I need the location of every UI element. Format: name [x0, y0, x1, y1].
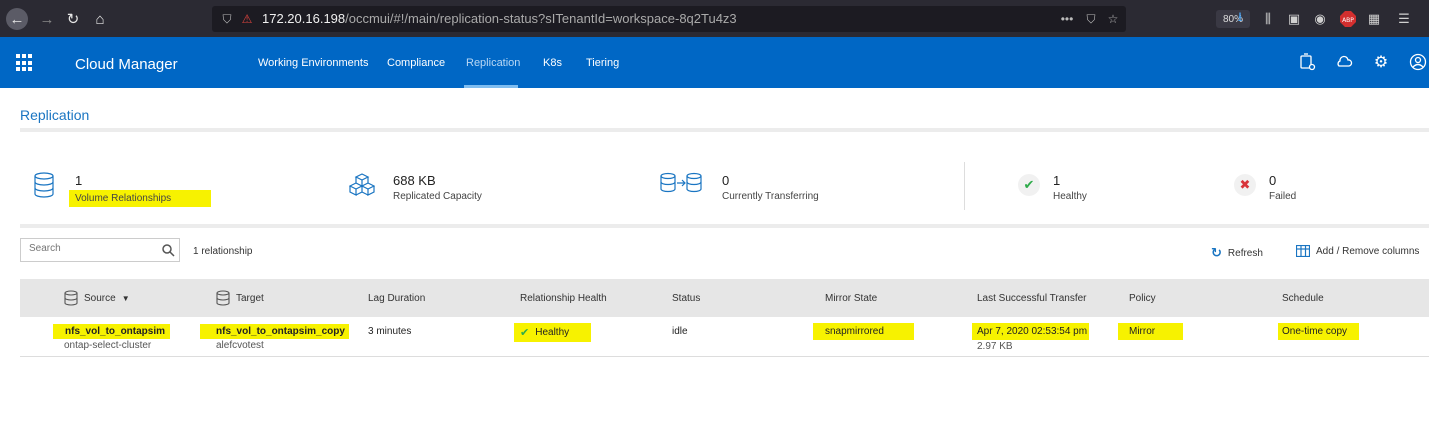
check-icon: ✔	[520, 327, 530, 339]
add-remove-columns-button[interactable]: Add / Remove columns	[1296, 245, 1419, 257]
sidebar-icon[interactable]: ▣	[1284, 9, 1304, 29]
cloud-settings-icon[interactable]	[1333, 51, 1355, 73]
url-path: /occmui/#!/main/replication-status?sITen…	[345, 11, 737, 26]
database-icon	[216, 290, 230, 306]
target-volume: nfs_vol_to_ontapsim_copy	[200, 324, 349, 339]
tab-tiering[interactable]: Tiering	[586, 57, 619, 69]
svg-text:ABP: ABP	[1342, 17, 1354, 24]
page-title: Replication	[20, 107, 90, 123]
policy: Mirror	[1118, 323, 1184, 340]
insecure-lock-icon[interactable]: ⚠	[238, 10, 256, 28]
column-header-status[interactable]: Status	[672, 293, 700, 304]
app-grid-icon[interactable]	[16, 54, 34, 72]
column-header-target[interactable]: Target	[216, 290, 264, 306]
column-header-lag-duration[interactable]: Lag Duration	[368, 293, 425, 304]
sort-down-icon[interactable]: ▼	[122, 294, 130, 303]
app-title: Cloud Manager	[75, 56, 178, 73]
cubes-icon	[348, 172, 376, 198]
column-header-schedule[interactable]: Schedule	[1282, 293, 1324, 304]
pocket-icon[interactable]: ⛉	[1082, 10, 1100, 28]
table-row[interactable]: nfs_vol_to_ontapsim ontap-select-cluster…	[20, 317, 1429, 357]
column-header-last-successful-transfer[interactable]: Last Successful Transfer	[977, 293, 1087, 304]
refresh-label: Refresh	[1227, 247, 1263, 259]
database-stack-icon	[33, 172, 57, 198]
reload-icon[interactable]: ↻	[62, 8, 84, 30]
database-icon	[64, 290, 78, 306]
column-header-label: Target	[236, 292, 264, 304]
user-icon[interactable]	[1407, 51, 1429, 73]
relationship-health: ✔ Healthy	[514, 323, 592, 342]
target-environment: alefcvotest	[216, 340, 264, 351]
replicated-capacity-value: 688 KB	[393, 173, 436, 188]
url-text: 172.20.16.198/occmui/#!/main/replication…	[262, 11, 737, 26]
schedule: One-time copy	[1278, 323, 1360, 340]
transfer-icon	[660, 172, 702, 198]
columns-label: Add / Remove columns	[1316, 245, 1420, 257]
healthy-value: 1	[1053, 173, 1061, 188]
replicated-capacity-label: Replicated Capacity	[393, 191, 482, 202]
url-host: 172.20.16.198	[262, 11, 346, 26]
status: idle	[672, 326, 688, 337]
tab-working-environments[interactable]: Working Environments	[258, 57, 368, 69]
search-input[interactable]	[29, 243, 159, 254]
column-header-policy[interactable]: Policy	[1129, 293, 1156, 304]
refresh-button[interactable]: ↻ Refresh	[1211, 245, 1263, 261]
refresh-icon: ↻	[1211, 245, 1222, 260]
library-icon[interactable]: ⫼	[1258, 9, 1278, 29]
tab-k8s[interactable]: K8s	[543, 57, 562, 69]
back-icon[interactable]: ←	[6, 8, 28, 30]
search-icon[interactable]	[161, 243, 175, 257]
forward-icon[interactable]: →	[36, 8, 58, 30]
divider	[20, 128, 1429, 132]
health-label: Healthy	[535, 327, 570, 338]
adblock-icon[interactable]: ABP	[1338, 9, 1358, 29]
download-icon[interactable]: ⭳	[1230, 9, 1250, 29]
column-header-relationship-health[interactable]: Relationship Health	[520, 293, 607, 304]
x-icon: ✖	[1234, 174, 1256, 196]
currently-transferring-value: 0	[722, 173, 730, 188]
volume-relationships-label: Volume Relationships	[69, 190, 212, 207]
address-bar[interactable]: ⛉ ⚠ 172.20.16.198/occmui/#!/main/replica…	[212, 6, 1250, 32]
browser-toolbar: ← → ↻ ⌂ ⛉ ⚠ 172.20.16.198/occmui/#!/main…	[0, 0, 1429, 37]
healthy-label: Healthy	[1053, 191, 1087, 202]
lag-duration: 3 minutes	[368, 326, 412, 337]
last-successful-transfer: Apr 7, 2020 02:53:54 pm	[972, 323, 1090, 340]
gear-icon[interactable]: ⚙	[1370, 51, 1392, 73]
workspace-settings-icon[interactable]	[1296, 51, 1318, 73]
tab-replication[interactable]: Replication	[466, 57, 520, 69]
bookmark-star-icon[interactable]: ☆	[1104, 10, 1122, 28]
search-box[interactable]	[20, 238, 180, 262]
column-header-source[interactable]: Source ▼	[64, 290, 130, 306]
column-header-mirror-state[interactable]: Mirror State	[825, 293, 877, 304]
failed-value: 0	[1269, 173, 1277, 188]
currently-transferring-label: Currently Transferring	[722, 191, 819, 202]
columns-icon	[1296, 245, 1310, 257]
account-icon[interactable]: ◉	[1310, 9, 1330, 29]
failed-label: Failed	[1269, 191, 1297, 202]
volume-relationships-value: 1	[75, 173, 83, 188]
table-header: Source ▼ Target Lag Duration Relationshi…	[20, 279, 1429, 317]
check-icon: ✔	[1018, 174, 1040, 196]
home-icon[interactable]: ⌂	[89, 8, 111, 30]
divider	[20, 224, 1429, 228]
stats-separator	[964, 162, 965, 210]
column-header-label: Source	[84, 292, 116, 304]
shield-icon[interactable]: ⛉	[218, 10, 236, 28]
mirror-state: snapmirrored	[813, 323, 914, 340]
tab-compliance[interactable]: Compliance	[387, 57, 445, 69]
menu-icon[interactable]: ☰	[1394, 9, 1414, 29]
last-transfer-size: 2.97 KB	[977, 341, 1013, 352]
active-tab-indicator	[464, 85, 518, 88]
source-cluster: ontap-select-cluster	[64, 340, 152, 351]
relationship-count: 1 relationship	[193, 246, 253, 257]
app-header: Cloud Manager Working Environments Compl…	[0, 37, 1429, 88]
source-volume: nfs_vol_to_ontapsim	[53, 324, 171, 339]
extension-icon[interactable]: ▦	[1364, 9, 1384, 29]
page-actions-icon[interactable]: •••	[1058, 10, 1076, 28]
